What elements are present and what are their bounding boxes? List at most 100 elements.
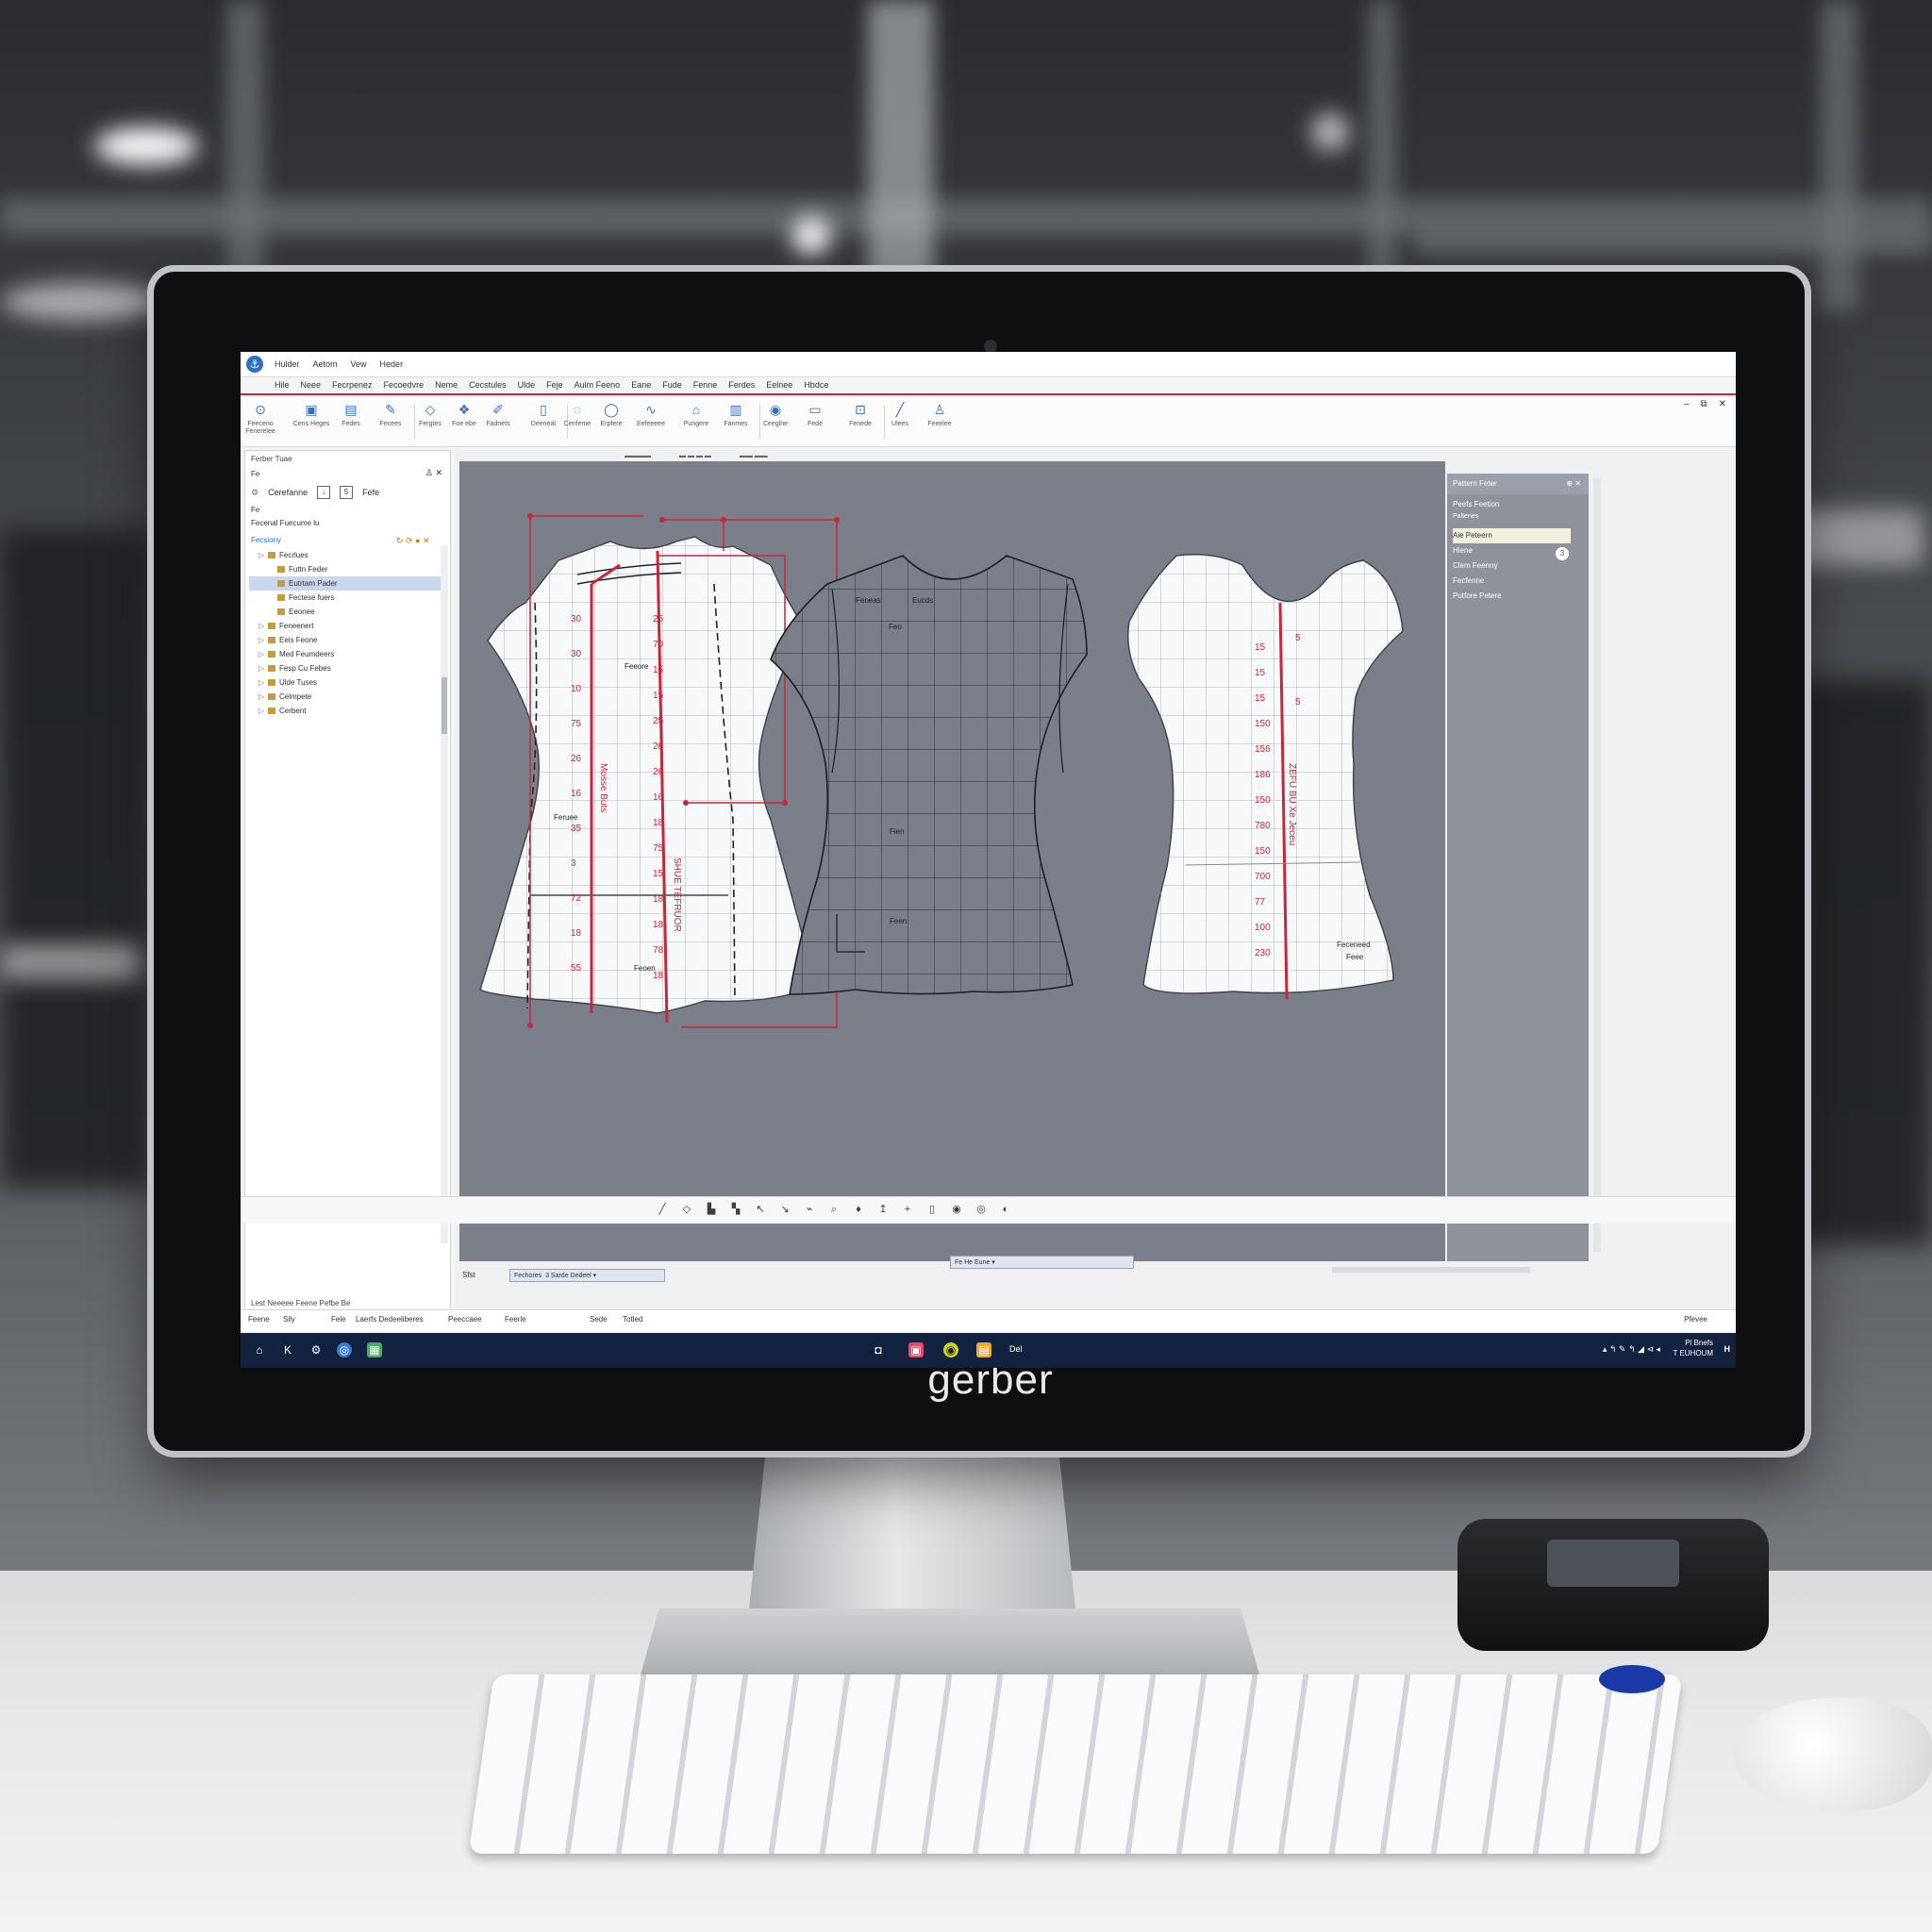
tab[interactable]: ▬▬▬▬	[625, 453, 651, 459]
filter-item[interactable]: Putfore Petere	[1453, 589, 1571, 604]
horizontal-scrollbar[interactable]	[1332, 1267, 1530, 1273]
ribbon-button[interactable]: ♙ Feeelee	[920, 401, 959, 428]
checkbox-icon[interactable]: 5	[340, 486, 354, 499]
tree-item[interactable]: Eutrtam Pader	[249, 576, 443, 591]
ribbon-tab[interactable]: Fude	[662, 380, 682, 390]
drawing-tool-icon[interactable]: ◐	[999, 1203, 1012, 1216]
ribbon-tab[interactable]: Hbdce	[804, 380, 828, 390]
expand-icon[interactable]: ▷	[258, 704, 268, 718]
menu-item[interactable]: Aetom	[313, 359, 338, 369]
drawing-tool-icon[interactable]: ⌁	[803, 1203, 816, 1216]
ribbon-button[interactable]: ▭ Fede	[795, 401, 835, 428]
pattern-piece-grid[interactable]	[770, 555, 1088, 995]
drawing-tool-icon[interactable]: ╱	[656, 1203, 669, 1216]
chrome-icon[interactable]: ◉	[943, 1342, 958, 1357]
camera-icon[interactable]: ◘	[871, 1342, 886, 1357]
notification-icon[interactable]: H	[1724, 1344, 1731, 1354]
ribbon-button[interactable]: ⊡ Fenede	[841, 401, 880, 428]
ribbon-button[interactable]: ⌂ Pungere	[676, 401, 716, 428]
tree-actions-icon[interactable]: ↻ ⟳ ● ✕	[396, 536, 430, 546]
browser-icon[interactable]: ◎	[337, 1342, 352, 1357]
ribbon-tab[interactable]: Eelnee	[766, 380, 792, 390]
tree-item[interactable]: ▷ Med Feumdeers	[249, 647, 443, 661]
ribbon-tab[interactable]: Feje	[546, 380, 563, 390]
ribbon-button[interactable]: ◯ Erpfere	[591, 401, 631, 428]
panel-close-icon[interactable]: ♙ ✕	[425, 468, 442, 478]
filter-item[interactable]: Clem Feenny	[1453, 558, 1571, 574]
drawing-tool-icon[interactable]: ↖	[754, 1203, 767, 1216]
ribbon-tab[interactable]: Neee	[301, 380, 322, 390]
pattern-canvas[interactable]: 30 30 10 75 26 16 35 3 72 18 55 25 70 15 15 25 26 26 16 18 7…	[459, 461, 1445, 1261]
drawing-tool-icon[interactable]: ◇	[680, 1203, 693, 1216]
ribbon-button[interactable]: ╱ Ulees	[880, 401, 920, 428]
expand-icon[interactable]: ▷	[258, 690, 268, 704]
ribbon-tab[interactable]: Fenne	[693, 380, 718, 390]
ribbon-tab[interactable]: Aulm Feeno	[575, 380, 621, 390]
tree-header[interactable]: Fecsiony	[251, 536, 281, 544]
home-icon[interactable]: ⌂	[252, 1342, 267, 1357]
layer-dropdown[interactable]: Fe He Eune ▾	[950, 1256, 1134, 1269]
tree-item[interactable]: ▷ Ulde Tuses	[249, 675, 443, 690]
drawing-tool-icon[interactable]: ⌕	[827, 1203, 841, 1216]
checkbox-icon[interactable]: ↓	[317, 486, 331, 499]
panel-search[interactable]: Fe	[251, 470, 259, 478]
menu-item[interactable]: Heder	[380, 359, 404, 369]
ribbon-button[interactable]: ⊙ Feeceno Fenerelee	[241, 401, 280, 436]
scrollbar[interactable]	[1593, 478, 1601, 1252]
drawing-tool-icon[interactable]: ◉	[950, 1203, 963, 1216]
image-app-icon[interactable]: ▦	[367, 1342, 382, 1357]
tree-item[interactable]: ▷ Eeis Feone	[249, 633, 443, 647]
expand-icon[interactable]: ▷	[258, 619, 268, 633]
panel-close-icon[interactable]: ⊕ ✕	[1566, 474, 1581, 494]
ribbon-tab[interactable]: Cecstules	[469, 380, 507, 390]
tool-label[interactable]: Cerefanne	[268, 488, 308, 497]
drawing-tool-icon[interactable]: ◎	[974, 1203, 988, 1216]
filter-item[interactable]: Hiene	[1453, 543, 1571, 558]
tree-item[interactable]: ▷ Celmpete	[249, 690, 443, 704]
expand-icon[interactable]: ▷	[258, 548, 268, 562]
tree-item[interactable]: ▷ Feneenert	[249, 619, 443, 633]
tree-item[interactable]: ▷ Cerbent	[249, 704, 443, 718]
back-icon[interactable]: K	[280, 1342, 295, 1357]
drawing-tool-icon[interactable]: ↥	[876, 1203, 890, 1216]
ribbon-tab[interactable]: Ferdes	[728, 380, 755, 390]
ribbon-button[interactable]: ▣ Cens Heges	[291, 401, 331, 428]
tray-icons[interactable]: ▴ ↰ ✎ ↰ ◢ ⊲ ◂	[1603, 1344, 1660, 1355]
filter-item[interactable]: Aie Peteern	[1453, 528, 1571, 543]
taskbar-label[interactable]: Del	[1009, 1344, 1023, 1354]
menu-item[interactable]: Hulder	[275, 359, 300, 369]
restore-icon[interactable]: ⧉	[1700, 399, 1707, 409]
tree-item[interactable]: ▷ Fesp Cu Febes	[249, 661, 443, 675]
drawing-tool-icon[interactable]: +	[901, 1203, 914, 1216]
folder-icon[interactable]: ▤	[976, 1342, 991, 1357]
tool-label[interactable]: Fefe	[362, 488, 379, 497]
filter-item[interactable]: Fecfenne	[1453, 574, 1571, 589]
expand-icon[interactable]: ▷	[258, 647, 268, 661]
ribbon-tab[interactable]: Eane	[631, 380, 651, 390]
view-dropdown[interactable]: Fechores 3 Sarde Dedeel ▾	[509, 1269, 665, 1282]
ribbon-tab[interactable]: Fecrpenez	[332, 380, 373, 390]
clock[interactable]: Pl Bnefs T EUHOUM	[1673, 1338, 1713, 1358]
tree-item[interactable]: Futtn Feder	[249, 562, 443, 576]
tab[interactable]: ▬▬ ▬▬	[740, 453, 768, 459]
ribbon-button[interactable]: ∿ Eefeeeee	[631, 401, 671, 428]
ribbon-button[interactable]: ✐ Fadnets	[478, 401, 518, 428]
drawing-tool-icon[interactable]: ♦	[852, 1203, 865, 1216]
ribbon-button[interactable]: ▥ Fanmes	[716, 401, 756, 428]
scrollbar[interactable]	[441, 545, 448, 1243]
app-logo-icon[interactable]: ⚓	[246, 356, 263, 373]
settings-icon[interactable]: ⚙	[251, 488, 258, 498]
settings-icon[interactable]: ⚙	[308, 1342, 324, 1357]
drawing-tool-icon[interactable]: ↘	[778, 1203, 791, 1216]
drawing-tool-icon[interactable]: ▙	[705, 1203, 718, 1216]
ribbon-button[interactable]: ◉ Ceeglne	[756, 401, 795, 428]
ribbon-tab[interactable]: Fecoedvre	[384, 380, 425, 390]
minimize-icon[interactable]: –	[1684, 399, 1690, 409]
expand-icon[interactable]: ▷	[258, 633, 268, 647]
tab[interactable]: ▬ ▬ ▬ ▬	[679, 453, 711, 459]
tree-item[interactable]: Fectese fuers	[249, 591, 443, 605]
close-icon[interactable]: ✕	[1719, 399, 1726, 409]
expand-icon[interactable]: ▷	[258, 675, 268, 690]
photos-app-icon[interactable]: ▣	[908, 1342, 924, 1357]
drawing-tool-icon[interactable]: ▚	[729, 1203, 742, 1216]
